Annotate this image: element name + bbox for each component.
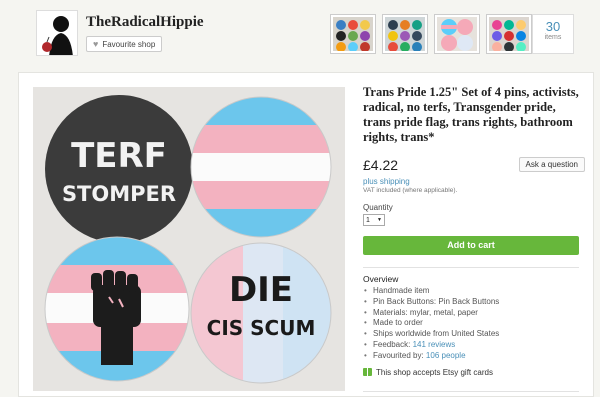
thumbnail-image [333, 17, 373, 51]
items-count-label: items [544, 34, 562, 41]
overview-item: Made to order [363, 318, 585, 329]
shop-header: TheRadicalHippie ♥ Favourite shop 30 ite… [0, 0, 600, 64]
chevron-down-icon: ▼ [377, 217, 382, 223]
heart-icon: ♥ [93, 39, 99, 49]
divider [363, 267, 579, 268]
overview-item: Materials: mylar, metal, paper [363, 308, 585, 319]
overview-list: Handmade item Pin Back Buttons: Pin Back… [363, 286, 585, 362]
feedback-reviews-link[interactable]: 141 reviews [413, 340, 456, 349]
listing-title: Trans Pride 1.25" Set of 4 pins, activis… [363, 85, 579, 144]
shop-thumbnail[interactable] [486, 14, 532, 54]
pins-photo: TERF STOMPER DIE CIS SCUM [33, 87, 345, 391]
avatar-silhouette-icon [37, 11, 77, 55]
price-row: £4.22 Ask a question [363, 157, 585, 175]
pin4-line1: DIE [229, 270, 293, 310]
favourited-people-link[interactable]: 106 people [426, 351, 466, 360]
thumbnail-image [489, 17, 529, 51]
favourite-shop-button[interactable]: ♥ Favourite shop [86, 36, 163, 52]
shop-avatar[interactable] [36, 10, 78, 56]
gift-card-note: This shop accepts Etsy gift cards [363, 368, 585, 377]
shop-thumbnails [330, 14, 532, 54]
listing-details: Trans Pride 1.25" Set of 4 pins, activis… [363, 85, 585, 377]
items-count-number: 30 [545, 19, 561, 34]
favourited-prefix: Favourited by: [373, 350, 426, 360]
add-to-cart-button[interactable]: Add to cart [363, 236, 579, 255]
quantity-select[interactable]: 1 ▼ [363, 214, 385, 226]
overview-title: Overview [363, 274, 399, 284]
feedback-prefix: Feedback: [373, 339, 413, 349]
overview-item-feedback: Feedback: 141 reviews [363, 340, 585, 351]
shop-name[interactable]: TheRadicalHippie [86, 14, 204, 31]
thumbnail-image [437, 17, 477, 51]
vat-note: VAT included (where applicable). [363, 187, 458, 194]
thumbnail-image [385, 17, 425, 51]
shipping-link[interactable]: plus shipping [363, 177, 585, 186]
overview-item-favourited: Favourited by: 106 people [363, 351, 585, 362]
overview-item: Ships worldwide from United States [363, 329, 585, 340]
ask-question-button[interactable]: Ask a question [518, 157, 585, 172]
gift-card-icon [363, 368, 372, 377]
listing-card: TERF STOMPER DIE CIS SCUM Trans Pride 1.… [18, 72, 594, 397]
pin1-line2: STOMPER [62, 182, 176, 206]
pin4-line2: CIS SCUM [207, 316, 316, 340]
listing-price: £4.22 [363, 157, 399, 173]
overview-item: Pin Back Buttons: Pin Back Buttons [363, 297, 585, 308]
listing-photo[interactable]: TERF STOMPER DIE CIS SCUM [33, 87, 345, 391]
pin1-line1: TERF [71, 136, 167, 176]
gift-card-text: This shop accepts Etsy gift cards [376, 367, 493, 377]
quantity-label: Quantity [363, 203, 393, 212]
overview-item: Handmade item [363, 286, 585, 297]
shop-thumbnail[interactable] [330, 14, 376, 54]
shop-thumbnail[interactable] [382, 14, 428, 54]
favourite-shop-label: Favourite shop [102, 39, 156, 49]
quantity-value: 1 [366, 216, 370, 224]
items-count[interactable]: 30 items [532, 14, 574, 54]
shop-thumbnail[interactable] [434, 14, 480, 54]
divider [363, 391, 579, 392]
